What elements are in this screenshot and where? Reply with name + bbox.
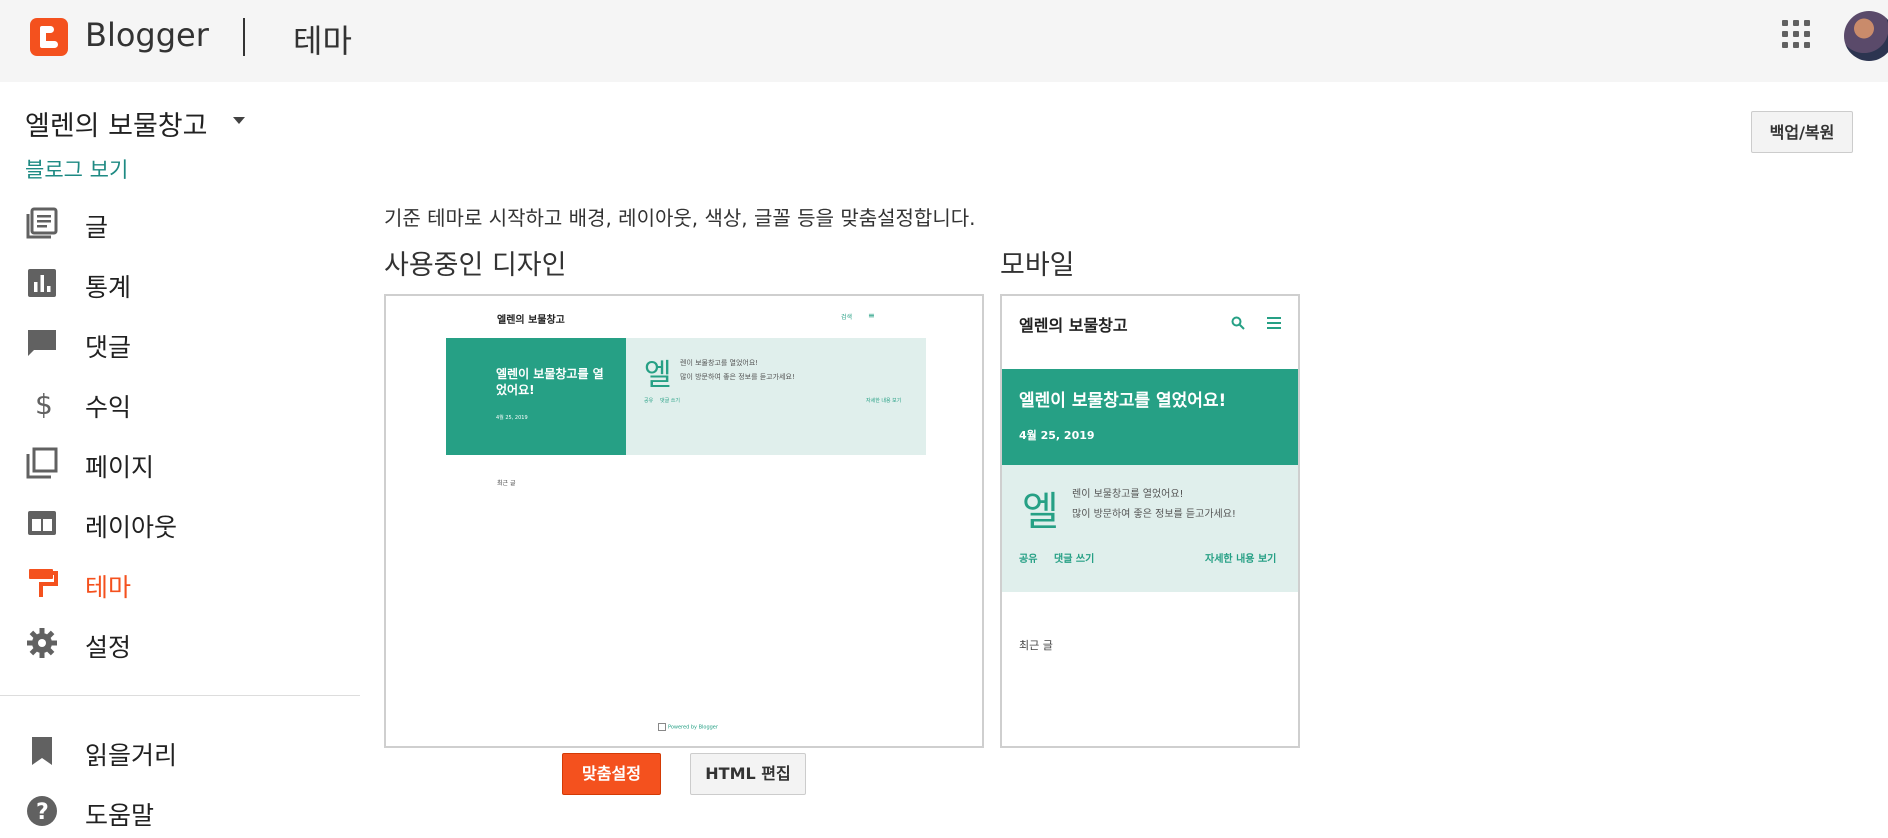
- theme-description: 기준 테마로 시작하고 배경, 레이아웃, 색상, 글꼴 등을 맞춤설정합니다.: [384, 206, 976, 230]
- avatar[interactable]: [1844, 11, 1888, 61]
- preview-post-snippet: 엘 렌이 보물창고를 열었어요! 많이 방문하여 좋은 정보를 듣고가세요! 공…: [626, 338, 926, 455]
- preview-footer: Powered by Blogger: [658, 723, 718, 731]
- mobile-snippet-line2: 많이 방문하여 좋은 정보를 듣고가세요!: [1072, 509, 1236, 520]
- help-icon: ?: [27, 796, 57, 826]
- blogger-mini-icon: [658, 723, 666, 731]
- sidebar-item-earnings[interactable]: $ 수익: [0, 380, 360, 430]
- sidebar-item-stats[interactable]: 통계: [0, 260, 360, 310]
- preview-read-more: 자세한 내용 보기: [866, 398, 902, 404]
- posts-icon: [26, 207, 58, 239]
- mobile-heading: 모바일: [1000, 250, 1075, 281]
- earnings-icon: $: [35, 388, 53, 420]
- sidebar-item-settings[interactable]: 설정: [0, 620, 360, 670]
- chevron-down-icon[interactable]: [233, 117, 245, 124]
- mobile-post-date: 4월 25, 2019: [1019, 429, 1095, 442]
- preview-post-hero: 엘렌이 보물창고를 열었어요! 4월 25, 2019: [446, 338, 626, 455]
- preview-snippet-line1: 렌이 보물창고를 열었어요!: [680, 359, 759, 367]
- brand-name: Blogger: [85, 16, 209, 54]
- sidebar-item-theme[interactable]: 테마: [0, 560, 360, 610]
- top-bar: Blogger 테마: [0, 0, 1888, 82]
- menu-icon: [1267, 317, 1281, 329]
- sidebar-item-help[interactable]: ? 도움말: [0, 788, 360, 838]
- stats-icon: [28, 269, 56, 297]
- svg-text:?: ?: [36, 800, 49, 825]
- preview-post-date: 4월 25, 2019: [496, 415, 528, 421]
- page-title: 테마: [293, 22, 352, 60]
- customize-button[interactable]: 맞춤설정: [562, 753, 661, 795]
- comments-icon: [28, 330, 56, 356]
- sidebar-item-label: 댓글: [85, 333, 132, 362]
- blog-selector[interactable]: 엘렌의 보물창고: [25, 104, 207, 143]
- preview-comment: 댓글 쓰기: [660, 398, 680, 404]
- sidebar-divider: [0, 695, 360, 696]
- mobile-post-hero: 엘렌이 보물창고를 열었어요! 4월 25, 2019: [1002, 369, 1298, 465]
- sidebar-item-label: 글: [85, 213, 109, 242]
- layout-icon: [28, 511, 56, 535]
- svg-text:$: $: [35, 388, 53, 420]
- preview-blog-title: 엘렌의 보물창고: [497, 315, 565, 326]
- sidebar-item-layout[interactable]: 레이아웃: [0, 500, 360, 550]
- preview-snippet-line2: 많이 방문하여 좋은 정보를 듣고가세요!: [680, 373, 795, 381]
- sidebar-item-label: 페이지: [85, 453, 155, 482]
- preview-recent-posts: 최근 글: [497, 480, 516, 487]
- mobile-snippet-letter: 엘: [1022, 489, 1059, 535]
- sidebar-item-label: 통계: [85, 273, 132, 302]
- preview-snippet-letter: 엘: [644, 358, 672, 393]
- view-blog-link[interactable]: 블로그 보기: [25, 154, 128, 184]
- current-design-heading: 사용중인 디자인: [384, 250, 567, 281]
- header-divider: [243, 18, 245, 56]
- mobile-theme-preview[interactable]: 엘렌의 보물창고 엘렌이 보물창고를 열었어요! 4월 25, 2019 엘 렌…: [1000, 294, 1300, 748]
- mobile-post-snippet: 엘 렌이 보물창고를 열었어요! 많이 방문하여 좋은 정보를 듣고가세요! 공…: [1002, 465, 1298, 592]
- sidebar-item-label: 설정: [85, 633, 132, 662]
- sidebar-item-pages[interactable]: 페이지: [0, 440, 360, 490]
- backup-restore-button[interactable]: 백업/복원: [1751, 111, 1853, 153]
- blogger-logo-icon[interactable]: [30, 18, 68, 56]
- sidebar-item-comments[interactable]: 댓글: [0, 320, 360, 370]
- sidebar-item-posts[interactable]: 글: [0, 200, 360, 250]
- edit-html-button[interactable]: HTML 편집: [690, 753, 806, 795]
- preview-post-title: 엘렌이 보물창고를 열었어요!: [496, 367, 604, 397]
- desktop-theme-preview[interactable]: 엘렌의 보물창고 검색 ≡ 엘렌이 보물창고를 열었어요! 4월 25, 201…: [384, 294, 984, 748]
- preview-share: 공유: [644, 398, 654, 404]
- theme-icon: [29, 569, 58, 597]
- mobile-recent-posts: 최근 글: [1019, 639, 1053, 652]
- mobile-snippet-line1: 렌이 보물창고를 열었어요!: [1072, 489, 1184, 500]
- mobile-post-title: 엘렌이 보물창고를 열었어요!: [1019, 391, 1227, 411]
- mobile-comment: 댓글 쓰기: [1054, 554, 1095, 565]
- sidebar-item-reading-list[interactable]: 읽을거리: [0, 728, 360, 778]
- apps-grid-icon[interactable]: [1782, 20, 1812, 50]
- sidebar-item-label: 읽을거리: [85, 741, 178, 770]
- search-icon: [1231, 316, 1245, 330]
- sidebar-item-label: 레이아웃: [85, 513, 178, 542]
- mobile-share: 공유: [1019, 554, 1038, 565]
- pages-icon: [26, 447, 58, 479]
- bookmark-icon: [32, 737, 52, 765]
- preview-footer-text: Powered by Blogger: [668, 724, 718, 731]
- preview-search-label: 검색: [841, 314, 853, 321]
- mobile-read-more: 자세한 내용 보기: [1205, 554, 1277, 565]
- sidebar-item-label: 수익: [85, 393, 132, 422]
- mobile-blog-title: 엘렌의 보물창고: [1019, 316, 1128, 335]
- preview-menu-icon: ≡: [868, 311, 875, 320]
- sidebar-item-label: 테마: [85, 573, 132, 602]
- settings-icon: [27, 628, 57, 658]
